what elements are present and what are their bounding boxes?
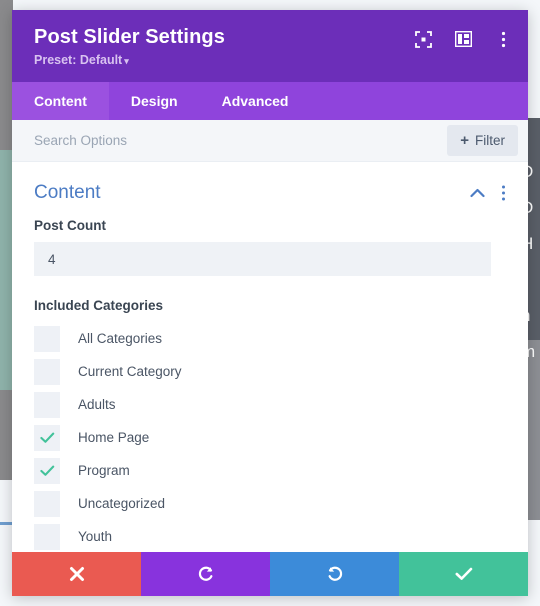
close-icon xyxy=(69,567,84,581)
checkbox-checked[interactable] xyxy=(34,457,60,484)
section-title: Content xyxy=(34,182,101,203)
save-button[interactable] xyxy=(399,552,528,596)
checkmark-icon xyxy=(39,432,54,443)
category-checkbox-row[interactable]: Uncategorized xyxy=(34,487,506,520)
tab-content[interactable]: Content xyxy=(12,82,109,120)
tab-advanced[interactable]: Advanced xyxy=(200,82,311,120)
layout-panel-icon[interactable] xyxy=(454,30,472,48)
header-icon-group xyxy=(414,30,512,48)
redo-icon xyxy=(328,566,342,581)
modal-header: Post Slider Settings Preset: Default ▾ xyxy=(12,10,528,82)
tab-design[interactable]: Design xyxy=(109,82,200,120)
preset-label: Preset: Default xyxy=(34,53,123,67)
filter-button-label: Filter xyxy=(475,133,505,148)
undo-button[interactable] xyxy=(141,552,270,596)
category-checkbox-row[interactable]: Adults xyxy=(34,388,506,421)
category-label: Adults xyxy=(78,397,116,412)
checkbox-unchecked[interactable] xyxy=(34,358,60,385)
post-count-input[interactable] xyxy=(34,242,491,276)
chevron-up-icon[interactable] xyxy=(470,188,485,198)
content-section-header: Content xyxy=(34,162,506,218)
tab-content-label: Content xyxy=(34,93,87,109)
category-label: Uncategorized xyxy=(78,496,166,511)
fullscreen-icon[interactable] xyxy=(414,30,432,48)
more-options-icon[interactable] xyxy=(501,185,506,201)
more-options-icon[interactable] xyxy=(494,30,512,48)
post-slider-settings-modal: Post Slider Settings Preset: Default ▾ C… xyxy=(12,10,528,596)
preset-selector[interactable]: Preset: Default ▾ xyxy=(34,53,510,67)
undo-icon xyxy=(198,566,212,581)
post-count-field: Post Count xyxy=(34,218,506,276)
category-label: Current Category xyxy=(78,364,182,379)
checkbox-unchecked[interactable] xyxy=(34,490,60,517)
category-checkbox-row[interactable]: Current Category xyxy=(34,355,506,388)
checkmark-icon xyxy=(39,465,54,476)
tab-advanced-label: Advanced xyxy=(221,93,289,109)
checkmark-icon xyxy=(455,567,472,580)
included-categories-label: Included Categories xyxy=(34,298,164,313)
category-checkbox-row[interactable]: Home Page xyxy=(34,421,506,454)
category-checkbox-row[interactable]: Program xyxy=(34,454,506,487)
filter-button[interactable]: + Filter xyxy=(447,125,518,156)
plus-icon: + xyxy=(460,132,469,149)
cancel-button[interactable] xyxy=(12,552,141,596)
section-controls xyxy=(470,185,506,201)
checkbox-unchecked[interactable] xyxy=(34,325,60,352)
tab-bar: Content Design Advanced xyxy=(12,82,528,120)
checkbox-unchecked[interactable] xyxy=(34,391,60,418)
category-label: All Categories xyxy=(78,331,163,346)
redo-button[interactable] xyxy=(270,552,399,596)
category-label: Youth xyxy=(78,529,113,544)
category-label: Program xyxy=(78,463,130,478)
modal-action-bar xyxy=(12,552,528,596)
post-count-label: Post Count xyxy=(34,218,106,233)
included-categories-list: All Categories Current Category Adults Home… xyxy=(34,322,506,552)
search-input[interactable] xyxy=(34,133,448,148)
modal-body: Content Post Count 4 Included Categories… xyxy=(12,162,528,552)
checkbox-unchecked[interactable] xyxy=(34,523,60,550)
category-checkbox-row[interactable]: All Categories xyxy=(34,322,506,355)
checkbox-checked[interactable] xyxy=(34,424,60,451)
category-label: Home Page xyxy=(78,430,150,445)
category-checkbox-row[interactable]: Youth xyxy=(34,520,506,552)
tab-design-label: Design xyxy=(130,93,178,109)
search-bar: + Filter xyxy=(12,120,528,162)
included-categories-field: Included Categories All Categories Curren… xyxy=(34,298,506,552)
chevron-down-icon: ▾ xyxy=(124,56,129,66)
